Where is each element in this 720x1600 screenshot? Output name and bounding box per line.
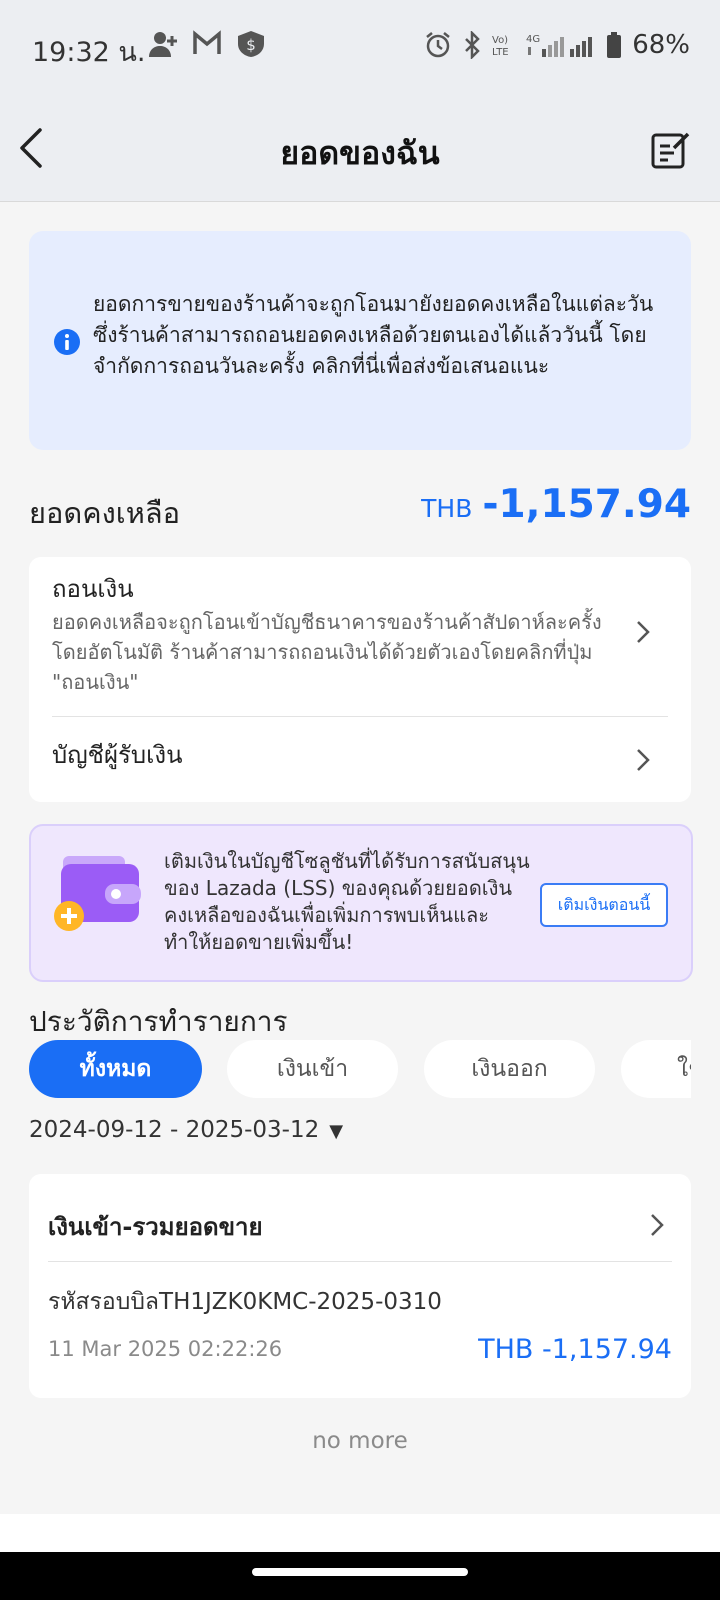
tab-money-out[interactable]: เงินออก xyxy=(424,1040,595,1098)
withdraw-row[interactable]: ถอนเงิน ยอดคงเหลือจะถูกโอนเข้าบัญชีธนาคา… xyxy=(29,557,691,715)
transaction-reference: รหัสรอบบิลTH1JZK0KMC-2025-0310 xyxy=(48,1289,442,1315)
payee-account-label: บัญชีผู้รับเงิน xyxy=(52,741,183,769)
tab-usage[interactable]: ใช้ xyxy=(621,1040,691,1098)
info-text: ยอดการขายของร้านค้าจะถูกโอนมายังยอดคงเหล… xyxy=(93,292,654,378)
battery-icon xyxy=(607,32,622,58)
page-title: ยอดของฉัน xyxy=(280,134,440,172)
tab-money-in[interactable]: เงินเข้า xyxy=(227,1040,398,1098)
promo-text: เติมเงินในบัญชีโซลูชันที่ได้รับการสนับสน… xyxy=(164,849,530,954)
chevron-right-icon xyxy=(637,749,650,771)
transaction-amount: THB -1,157.94 xyxy=(478,1334,672,1365)
tab-all[interactable]: ทั้งหมด xyxy=(29,1040,202,1098)
history-title: ประวัติการทำรายการ xyxy=(29,1005,288,1038)
transaction-heading: เงินเข้า-รวมยอดขาย xyxy=(48,1213,263,1241)
history-tabs: ทั้งหมด เงินเข้า เงินออก ใช้ xyxy=(29,1040,691,1100)
chevron-right-icon xyxy=(651,1214,664,1236)
chevron-right-icon xyxy=(637,621,650,643)
svg-text:Vo): Vo) xyxy=(492,35,508,46)
svg-text:$: $ xyxy=(246,36,256,54)
divider xyxy=(48,1261,672,1262)
date-range-text: 2024-09-12 - 2025-03-12 xyxy=(29,1117,320,1143)
system-nav-bar xyxy=(0,1552,720,1600)
svg-text:4G: 4G xyxy=(526,34,540,45)
home-gesture-bar[interactable] xyxy=(252,1568,468,1576)
battery-percent: 68% xyxy=(632,30,690,60)
transaction-datetime: 11 Mar 2025 02:22:26 xyxy=(48,1337,283,1361)
withdraw-description: ยอดคงเหลือจะถูกโอนเข้าบัญชีธนาคารของร้าน… xyxy=(52,610,602,694)
system-icons: Vo) LTE 4G 68% xyxy=(424,30,690,60)
bluetooth-icon xyxy=(465,31,480,59)
info-icon xyxy=(54,329,80,355)
withdraw-card: ถอนเงิน ยอดคงเหลือจะถูกโอนเข้าบัญชีธนาคา… xyxy=(29,557,691,802)
status-bar: 19:32 น. $ Vo) LTE 4G 68% xyxy=(0,0,720,96)
status-time: 19:32 น. xyxy=(32,37,146,68)
signal-icon: 4G xyxy=(526,34,593,57)
no-more-text: no more xyxy=(312,1428,408,1454)
add-contact-icon xyxy=(149,32,177,57)
edit-note-icon xyxy=(651,132,690,169)
gmail-icon xyxy=(193,30,221,54)
payee-account-row[interactable]: บัญชีผู้รับเงิน xyxy=(29,717,691,802)
balance-amount: -1,157.94 xyxy=(482,482,691,527)
bottom-spacer xyxy=(0,1514,720,1552)
app-bar: ยอดของฉัน xyxy=(0,96,720,202)
date-range-filter[interactable]: 2024-09-12 - 2025-03-12 ▼ xyxy=(29,1117,343,1143)
transaction-card[interactable]: เงินเข้า-รวมยอดขาย รหัสรอบบิลTH1JZK0KMC-… xyxy=(29,1174,691,1398)
balance-value: THB -1,157.94 xyxy=(421,482,691,527)
shield-dollar-icon: $ xyxy=(238,31,264,57)
lss-topup-banner: เติมเงินในบัญชีโซลูชันที่ได้รับการสนับสน… xyxy=(29,824,693,982)
balance-label: ยอดคงเหลือ xyxy=(29,496,181,530)
wallet-icon xyxy=(54,856,141,931)
feedback-button[interactable] xyxy=(650,130,690,170)
withdraw-title: ถอนเงิน xyxy=(52,575,134,603)
alarm-icon xyxy=(426,32,450,58)
svg-text:LTE: LTE xyxy=(492,47,509,57)
caret-down-icon: ▼ xyxy=(329,1121,344,1142)
topup-now-button[interactable]: เติมเงินตอนนี้ xyxy=(540,883,668,927)
notification-icons: $ xyxy=(148,30,266,58)
volte-icon: Vo) LTE xyxy=(492,35,509,57)
info-banner[interactable]: ยอดการขายของร้านค้าจะถูกโอนมายังยอดคงเหล… xyxy=(29,231,691,450)
balance-currency: THB xyxy=(421,494,473,523)
